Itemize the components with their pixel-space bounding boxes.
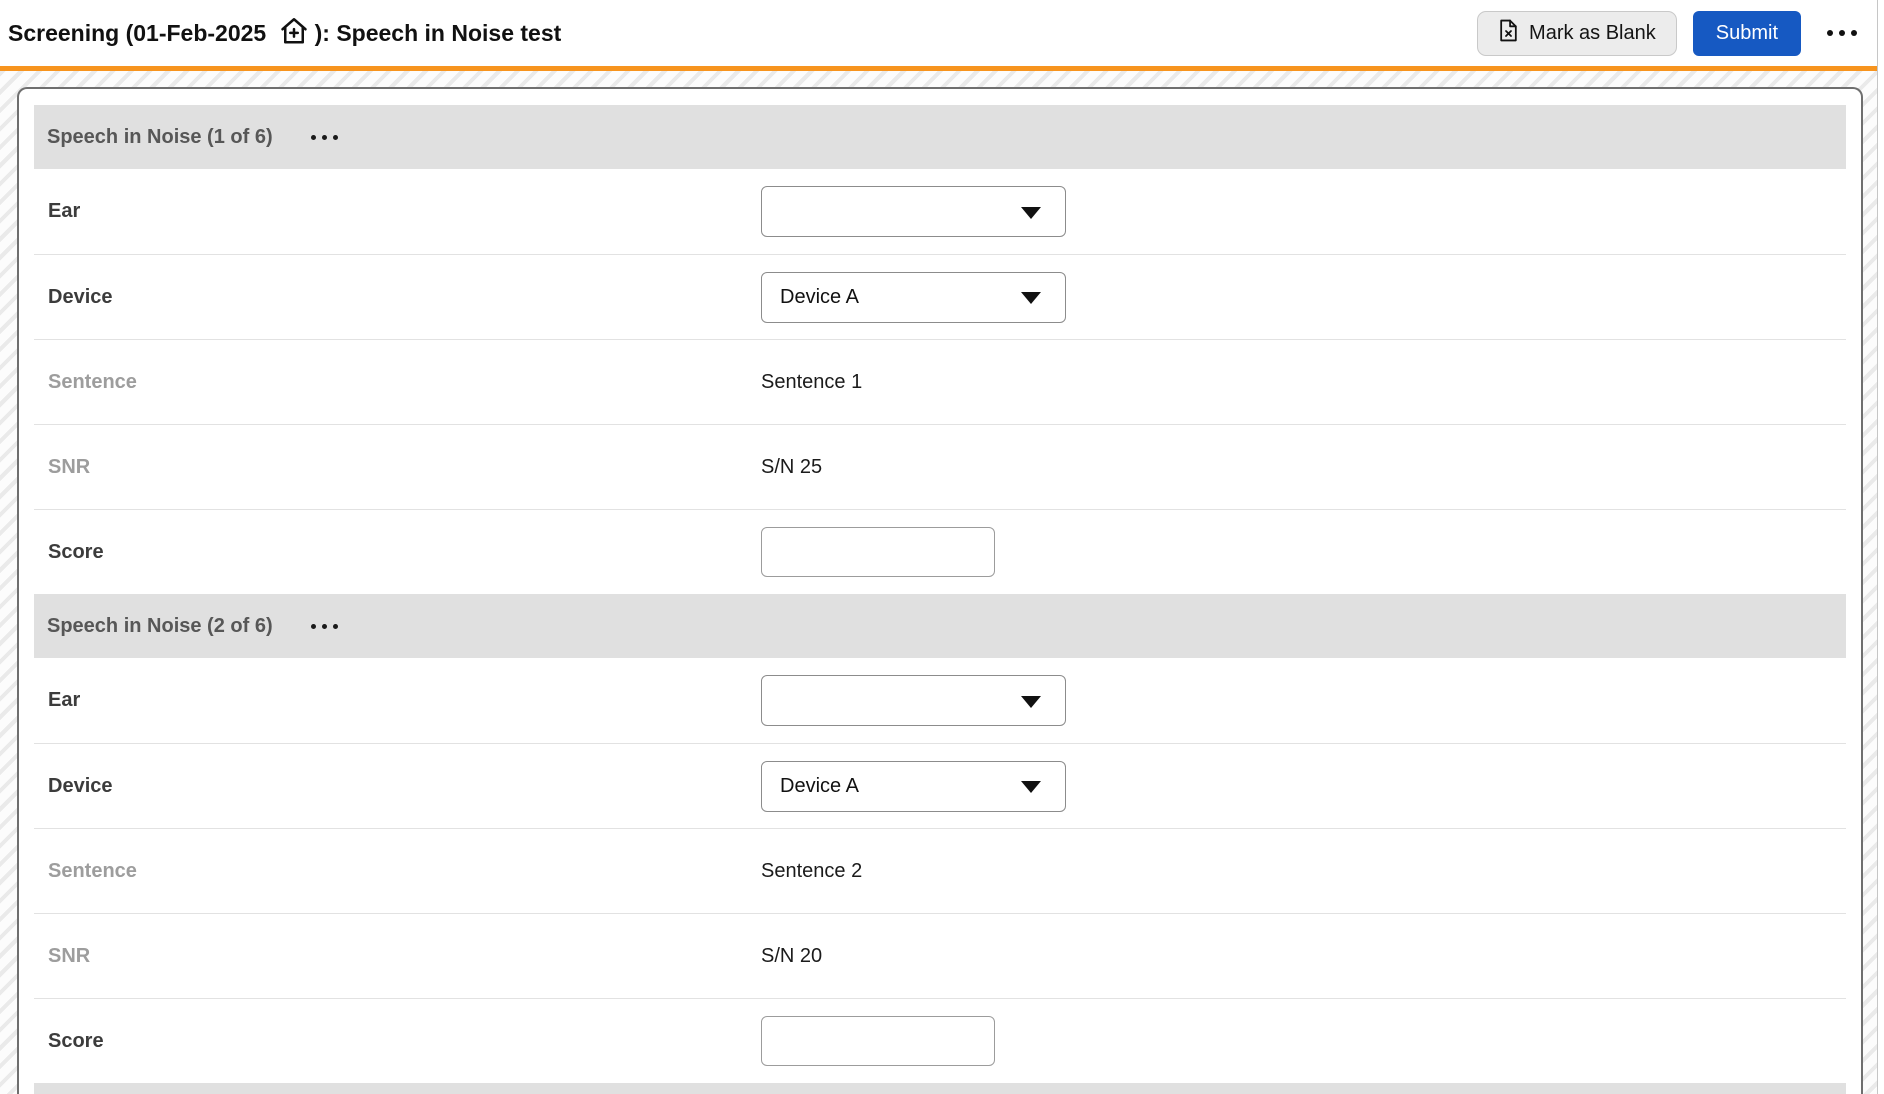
snr-value: S/N 25 (761, 456, 822, 479)
ellipsis-icon[interactable] (307, 129, 342, 146)
field-row-score: Score (34, 509, 1846, 594)
field-row-sentence: Sentence Sentence 2 (34, 828, 1846, 913)
submit-button[interactable]: Submit (1693, 11, 1801, 56)
file-x-icon (1498, 19, 1519, 48)
field-label: Ear (48, 200, 761, 223)
device-select[interactable]: Device A (761, 272, 1066, 323)
section-title: Speech in Noise (2 of 6) (47, 615, 273, 638)
field-label: Score (48, 1030, 761, 1053)
sentence-value: Sentence 2 (761, 860, 862, 883)
field-label: SNR (48, 456, 761, 479)
section-header-1: Speech in Noise (1 of 6) (34, 105, 1846, 169)
section-header-2: Speech in Noise (2 of 6) (34, 594, 1846, 658)
ear-select[interactable] (761, 675, 1066, 726)
field-row-score: Score (34, 998, 1846, 1083)
field-label: Sentence (48, 371, 761, 394)
form-header-bar: Screening (01-Feb-2025 ): Speech in Nois… (0, 0, 1877, 66)
sentence-value: Sentence 1 (761, 371, 862, 394)
app-window: Screening (01-Feb-2025 ): Speech in Nois… (0, 0, 1884, 1094)
score-input[interactable] (761, 527, 995, 577)
field-label: Device (48, 286, 761, 309)
adjacent-pane-edge (1877, 0, 1884, 1094)
form-panel: Speech in Noise (1 of 6) Ear Device Devi… (17, 87, 1863, 1094)
caret-down-icon (1021, 696, 1041, 708)
field-label: Ear (48, 689, 761, 712)
field-label: Sentence (48, 860, 761, 883)
snr-value: S/N 20 (761, 945, 822, 968)
field-row-snr: SNR S/N 20 (34, 913, 1846, 998)
field-row-device: Device Device A (34, 254, 1846, 339)
field-label: SNR (48, 945, 761, 968)
select-value: Device A (780, 286, 859, 309)
ellipsis-icon[interactable] (1821, 22, 1863, 44)
home-plus-icon (277, 15, 311, 51)
field-row-snr: SNR S/N 25 (34, 424, 1846, 509)
caret-down-icon (1021, 292, 1041, 304)
field-row-ear: Ear (34, 169, 1846, 254)
field-row-device: Device Device A (34, 743, 1846, 828)
page-title-prefix: Screening (01-Feb-2025 (8, 20, 273, 47)
field-row-ear: Ear (34, 658, 1846, 743)
ellipsis-icon[interactable] (307, 618, 342, 635)
device-select[interactable]: Device A (761, 761, 1066, 812)
field-row-sentence: Sentence Sentence 1 (34, 339, 1846, 424)
caret-down-icon (1021, 207, 1041, 219)
section-title: Speech in Noise (1 of 6) (47, 126, 273, 149)
form-canvas: Speech in Noise (1 of 6) Ear Device Devi… (0, 71, 1877, 1094)
select-value: Device A (780, 775, 859, 798)
mark-as-blank-button[interactable]: Mark as Blank (1477, 11, 1677, 56)
mark-as-blank-label: Mark as Blank (1529, 22, 1656, 45)
page-title-suffix: ): Speech in Noise test (315, 20, 562, 47)
ear-select[interactable] (761, 186, 1066, 237)
caret-down-icon (1021, 781, 1041, 793)
field-label: Device (48, 775, 761, 798)
section-header-partial (34, 1083, 1846, 1094)
field-label: Score (48, 541, 761, 564)
header-actions: Mark as Blank Submit (1477, 11, 1863, 56)
page-title: Screening (01-Feb-2025 ): Speech in Nois… (8, 15, 561, 51)
score-input[interactable] (761, 1016, 995, 1066)
